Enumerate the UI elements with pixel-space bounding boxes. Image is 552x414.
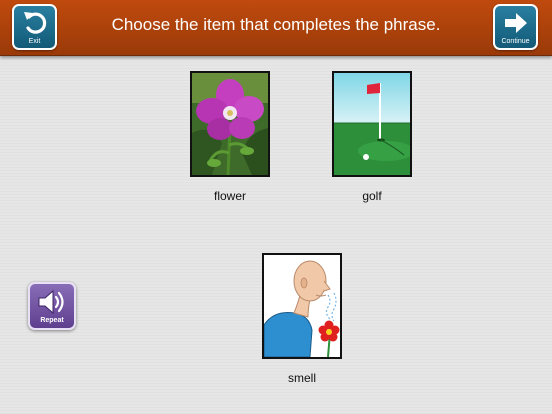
repeat-label: Repeat [40, 317, 64, 324]
person-smelling-picture [262, 253, 342, 359]
exit-label: Exit [28, 38, 41, 45]
choice-label: smell [287, 371, 316, 385]
choice-label: golf [362, 189, 382, 203]
repeat-button[interactable]: Repeat [28, 282, 76, 330]
choice-label: flower [213, 189, 246, 203]
speaker-icon [38, 289, 64, 315]
header-bar: Exit Choose the item that completes the … [0, 0, 552, 56]
continue-label: Continue [501, 38, 530, 45]
golf-flag-picture [332, 71, 412, 177]
page-title: Choose the item that completes the phras… [111, 15, 441, 34]
continue-button[interactable]: Continue [493, 4, 538, 50]
undo-arrow-icon [24, 12, 47, 34]
flower-picture [190, 71, 270, 177]
choice-flower[interactable]: flower [190, 71, 270, 211]
choice-golf[interactable]: golf [332, 71, 412, 211]
right-arrow-icon [505, 13, 527, 33]
choice-smell[interactable]: smell [262, 253, 342, 393]
exit-button[interactable]: Exit [12, 4, 57, 50]
